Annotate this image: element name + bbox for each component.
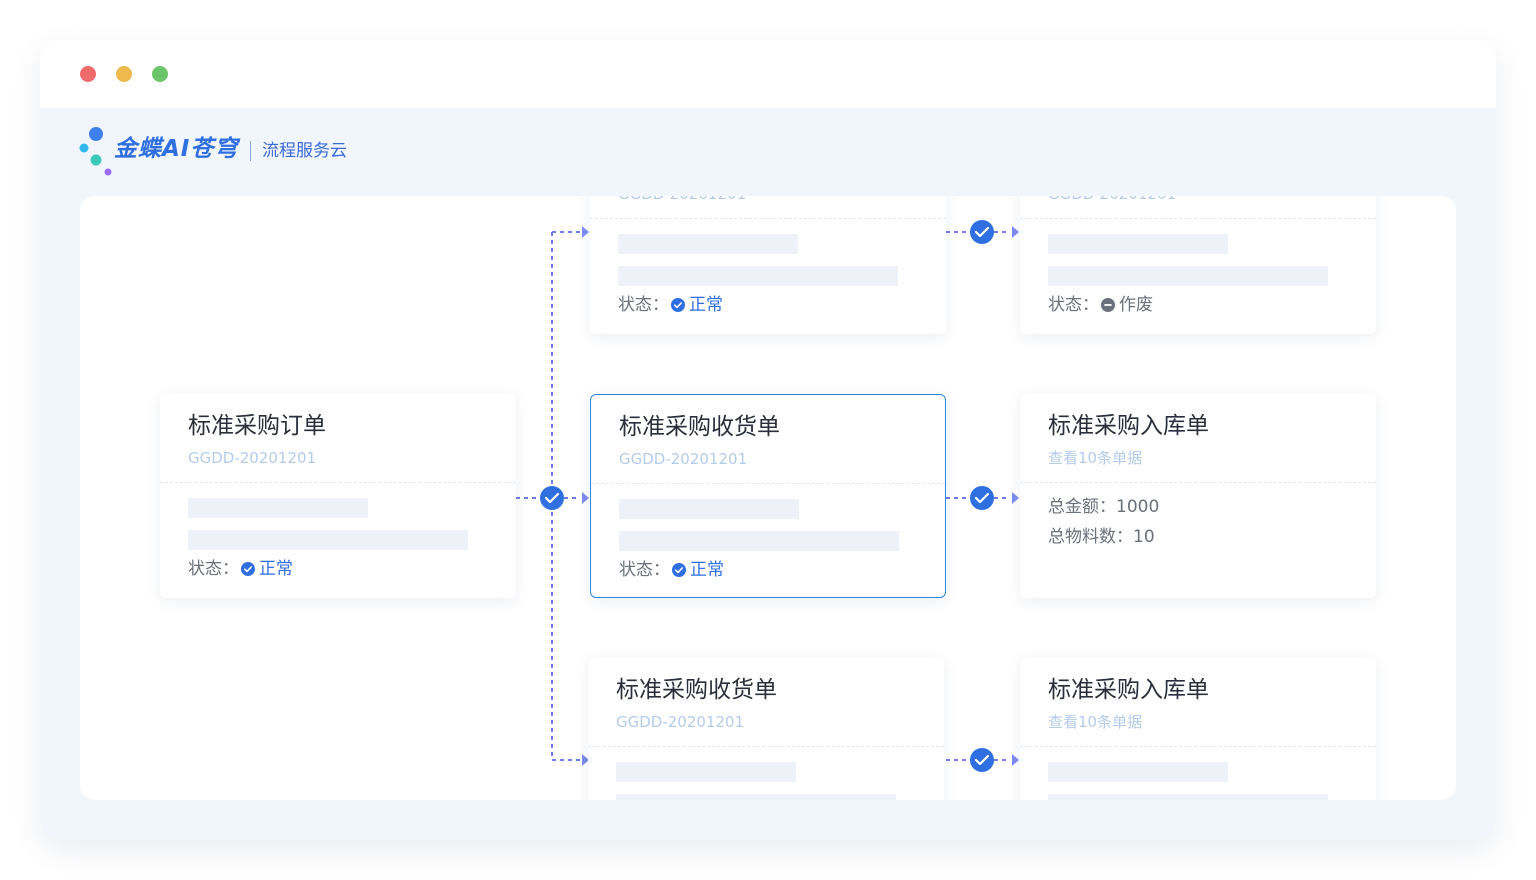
status-value: 正常: [259, 559, 293, 579]
flow-canvas: GGDD-20201201 状态： 正常 GGDD-20201201 状态： 作…: [80, 196, 1456, 800]
document-title: 标准采购入库单: [1048, 677, 1209, 703]
total-amount-label: 总金额：: [1048, 497, 1116, 517]
close-window-button[interactable]: [80, 66, 96, 82]
document-card[interactable]: 标准采购收货单 GGDD-20201201: [588, 658, 944, 800]
total-items-label: 总物料数：: [1048, 527, 1133, 547]
status-label: 状态：: [188, 559, 239, 579]
skeleton-line: [618, 234, 798, 254]
check-circle-icon: [241, 562, 255, 576]
document-number: GGDD-20201201: [618, 196, 746, 204]
card-divider: [1020, 218, 1376, 219]
status-row: 状态： 正常: [619, 557, 724, 583]
skeleton-line: [1048, 762, 1228, 782]
card-divider: [1020, 482, 1376, 483]
status-label: 状态：: [618, 295, 669, 315]
status-label: 状态：: [619, 560, 670, 580]
minus-circle-icon: [1101, 298, 1115, 312]
app-window: 金蝶AI苍穹 流程服务云 状态： 正常 状态： 作废 标准采购订单 GGDD-2…: [40, 40, 1496, 840]
card-divider: [1020, 746, 1376, 747]
card-divider: [590, 218, 946, 219]
total-amount-value: 1000: [1116, 497, 1160, 517]
connector-check-icon: [970, 220, 994, 244]
document-card[interactable]: 标准采购入库单 查看10条单据: [1020, 658, 1376, 800]
colored-dots-logo-icon: [79, 127, 112, 176]
document-card[interactable]: 标准采购订单 GGDD-20201201 状态： 正常: [160, 394, 516, 598]
status-row: 状态： 正常: [618, 292, 723, 318]
document-card[interactable]: 标准采购入库单 查看10条单据 总金额：1000 总物料数：10: [1020, 394, 1376, 598]
document-title: 标准采购收货单: [619, 414, 780, 440]
skeleton-line: [616, 794, 896, 800]
document-title: 标准采购入库单: [1048, 413, 1209, 439]
connector-check-icon: [970, 748, 994, 772]
maximize-window-button[interactable]: [152, 66, 168, 82]
view-documents-link[interactable]: 查看10条单据: [1048, 712, 1142, 732]
skeleton-line: [188, 498, 368, 518]
brand-name: 金蝶AI苍穹: [114, 136, 239, 162]
status-row: 状态： 正常: [188, 556, 293, 582]
skeleton-line: [1048, 234, 1228, 254]
card-divider: [160, 482, 516, 483]
minimize-window-button[interactable]: [116, 66, 132, 82]
brand-subtitle: 流程服务云: [262, 141, 347, 161]
card-divider: [591, 483, 945, 484]
total-amount-row: 总金额：1000: [1048, 494, 1159, 520]
status-label: 状态：: [1048, 295, 1099, 315]
document-number: GGDD-20201201: [188, 449, 317, 467]
skeleton-line: [619, 531, 899, 551]
total-items-row: 总物料数：10: [1048, 524, 1155, 550]
document-card[interactable]: GGDD-20201201 状态： 作废: [1020, 196, 1376, 334]
connector-check-icon: [540, 486, 564, 510]
document-number: GGDD-20201201: [616, 713, 745, 731]
document-number: GGDD-20201201: [1048, 196, 1176, 204]
brand-header: 金蝶AI苍穹 流程服务云: [40, 108, 1496, 196]
document-title: 标准采购订单: [188, 413, 326, 439]
status-value: 正常: [689, 295, 723, 315]
total-items-value: 10: [1133, 527, 1155, 547]
skeleton-line: [619, 499, 799, 519]
card-divider: [588, 746, 944, 747]
status-row: 状态： 作废: [1048, 292, 1153, 318]
status-value: 作废: [1119, 295, 1153, 315]
document-card[interactable]: GGDD-20201201 状态： 正常: [590, 196, 946, 334]
view-documents-link[interactable]: 查看10条单据: [1048, 448, 1142, 468]
check-circle-icon: [671, 298, 685, 312]
connector-check-icon: [970, 486, 994, 510]
check-circle-icon: [672, 563, 686, 577]
brand-separator: [250, 141, 251, 161]
document-card-selected[interactable]: 标准采购收货单 GGDD-20201201 状态： 正常: [590, 394, 946, 598]
window-titlebar: [40, 40, 1496, 108]
status-value: 正常: [690, 560, 724, 580]
skeleton-line: [1048, 794, 1328, 800]
document-title: 标准采购收货单: [616, 677, 777, 703]
skeleton-line: [188, 530, 468, 550]
skeleton-line: [616, 762, 796, 782]
skeleton-line: [1048, 266, 1328, 286]
skeleton-line: [618, 266, 898, 286]
document-number: GGDD-20201201: [619, 450, 748, 468]
